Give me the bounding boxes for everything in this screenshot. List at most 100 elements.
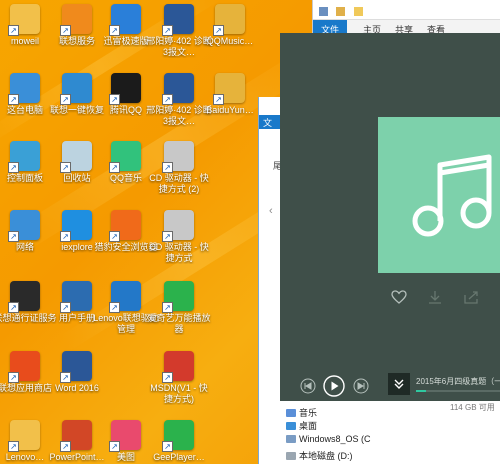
desktop-icon-label: GeePlayer… [153,452,205,462]
shortcut-arrow-icon: ↗ [60,441,71,452]
shortcut-arrow-icon: ↗ [8,25,19,36]
app-store-icon: ↗ [8,351,40,383]
desktop-icon-label: 爱奇艺万能播放器 [147,313,211,334]
collapse-player-button[interactable] [388,373,410,395]
shortcut-arrow-icon: ↗ [60,94,71,105]
desktop-icon-label: Word 2016 [55,383,99,393]
desktop-icon[interactable]: ↗ 爱奇艺万能播放器 [146,281,212,335]
nav-item-desktop[interactable]: 桌面 [286,419,317,432]
liebao-browser-icon: ↗ [109,210,141,242]
shortcut-arrow-icon: ↗ [8,441,19,452]
track-title: 2015年6月四级真题（一） [416,377,500,386]
progress-bar[interactable] [416,390,500,392]
recovery-icon: ↗ [60,73,92,105]
desktop-icon-label: QQMusic… [206,36,254,46]
play-button[interactable] [323,375,345,397]
cd-drive-icon: ↗ [162,141,194,173]
recycle-bin-icon: ↗ [60,141,92,173]
shortcut-arrow-icon: ↗ [213,25,224,36]
nav-item-c-drive[interactable]: Windows8_OS (C [286,434,371,447]
next-track-button[interactable] [353,378,369,394]
word-icon: ↗ [60,351,92,383]
shortcut-arrow-icon: ↗ [109,162,120,173]
save-icon[interactable] [319,7,328,16]
folder-icon: ↗ [8,4,40,36]
nav-item-music[interactable]: 音乐 [286,406,317,419]
iqiyi-player-icon: ↗ [162,281,194,313]
share-icon[interactable] [463,290,479,304]
passport-icon: ↗ [8,281,40,313]
qq-penguin-icon: ↗ [109,73,141,105]
shortcut-arrow-icon: ↗ [60,302,71,313]
msdn-icon: ↗ [162,351,194,383]
desktop-folder-icon [286,422,296,430]
shortcut-arrow-icon: ↗ [109,302,120,313]
shortcut-arrow-icon: ↗ [8,372,19,383]
shortcut-arrow-icon: ↗ [8,231,19,242]
shortcut-arrow-icon: ↗ [109,94,120,105]
shortcut-arrow-icon: ↗ [162,162,173,173]
properties-icon[interactable] [336,7,346,16]
nav-item-d-drive[interactable]: 本地磁盘 (D:) [286,449,353,462]
shortcut-arrow-icon: ↗ [109,231,120,242]
manual-icon: ↗ [60,281,92,313]
disk-drive-icon [286,452,296,460]
music-note-icon [412,154,492,237]
cd-drive-icon: ↗ [162,210,194,242]
word-doc-icon: ↗ [162,73,194,105]
computer-icon: ↗ [8,73,40,105]
free-space-text: 114 GB 可用 [450,403,495,412]
powerpoint-icon: ↗ [60,420,92,452]
download-icon[interactable] [427,290,443,304]
desktop-icon-label: MSDN(V1 - 快捷方式) [150,383,208,404]
meitu-icon: ↗ [109,420,141,452]
baiduyun-folder-icon: ↗ [213,73,245,105]
chevron-down-icon [394,379,404,389]
desktop-icon[interactable]: ↗ BaiduYun… [197,73,263,116]
album-art [378,117,500,273]
desktop-icon[interactable]: ↗ CD 驱动器 - 快捷方式 (2) [146,141,212,195]
desktop-icon[interactable]: ↗ CD 驱动器 - 快捷方式 [146,210,212,264]
lenovo-icon: ↗ [8,420,40,452]
desktop-icon[interactable]: ↗ MSDN(V1 - 快捷方式) [146,351,212,405]
shortcut-arrow-icon: ↗ [162,372,173,383]
new-folder-icon[interactable] [353,7,363,16]
lenovo-service-icon: ↗ [60,4,92,36]
shortcut-arrow-icon: ↗ [60,25,71,36]
geeplayer-icon: ↗ [162,420,194,452]
desktop-icon[interactable]: ↗ GeePlayer… [146,420,212,463]
desktop-icon-label: BaiduYun… [206,105,254,115]
desktop-icon[interactable]: ↗ Word 2016 [44,351,110,394]
desktop-icon-label: CD 驱动器 - 快捷方式 (2) [149,173,209,194]
shortcut-arrow-icon: ↗ [213,94,224,105]
windows-drive-icon [286,435,296,443]
shortcut-arrow-icon: ↗ [109,441,120,452]
shortcut-arrow-icon: ↗ [60,372,71,383]
desktop-icon[interactable]: ↗ QQMusic… [197,4,263,47]
shortcut-arrow-icon: ↗ [8,162,19,173]
music-player-window[interactable]: 2015年6月四级真题（一） [280,33,500,401]
desktop-icon-label: CD 驱动器 - 快捷方式 [149,242,209,263]
shortcut-arrow-icon: ↗ [8,94,19,105]
music-folder-icon [286,409,296,417]
qqmusic-icon: ↗ [109,141,141,173]
progress-fill [416,390,427,392]
previous-track-button[interactable] [300,378,316,394]
shortcut-arrow-icon: ↗ [162,441,173,452]
driver-manager-icon: ↗ [109,281,141,313]
back-arrow-icon[interactable]: ‹ [269,205,273,217]
network-icon: ↗ [8,210,40,242]
shortcut-arrow-icon: ↗ [8,302,19,313]
shortcut-arrow-icon: ↗ [162,302,173,313]
shortcut-arrow-icon: ↗ [60,231,71,242]
shortcut-arrow-icon: ↗ [109,25,120,36]
shortcut-arrow-icon: ↗ [60,162,71,173]
heart-icon[interactable] [391,290,407,304]
shortcut-arrow-icon: ↗ [162,94,173,105]
ie-icon: ↗ [60,210,92,242]
shortcut-arrow-icon: ↗ [162,25,173,36]
shortcut-arrow-icon: ↗ [162,231,173,242]
control-panel-icon: ↗ [8,141,40,173]
explorer-window-titlebar[interactable]: 文件 主页 共享 查看 [312,0,500,37]
xunlei-icon: ↗ [109,4,141,36]
